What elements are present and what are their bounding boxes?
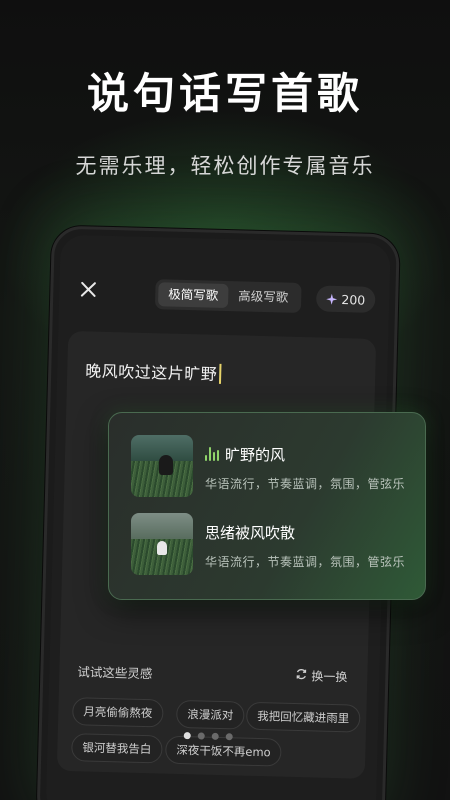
song-cover [131,513,193,575]
song-tags: 华语流行，节奏蓝调，氛围，管弦乐 [205,555,406,569]
close-icon[interactable] [77,279,100,302]
mode-tabs: 极简写歌 高级写歌 [154,279,302,313]
page-dot[interactable] [197,732,205,740]
song-item[interactable]: 思绪被风吹散 华语流行，节奏蓝调，氛围，管弦乐 [131,513,405,575]
inspiration-chips: 月亮偷偷熬夜 浪漫派对 我把回忆藏进雨里 银河替我告白 深夜干饭不再emo [71,697,363,767]
text-caret [218,363,222,384]
hero-title: 说句话写首歌 [86,69,363,118]
prompt-input[interactable]: 晚风吹过这片旷野 [85,357,222,385]
page-dot[interactable] [225,733,233,741]
credits-badge[interactable]: 200 [316,285,376,313]
sparkle-icon [326,293,338,305]
inspiration-chip[interactable]: 银河替我告白 [71,733,163,764]
page-dot[interactable] [211,732,219,740]
hero-subtitle: 无需乐理，轻松创作专属音乐 [75,154,375,178]
credits-count: 200 [341,291,366,308]
equalizer-icon [205,447,219,461]
tab-simple-write[interactable]: 极简写歌 [157,282,229,309]
page-dot[interactable] [183,732,191,740]
inspiration-chip[interactable]: 浪漫派对 [175,699,245,730]
inspiration-chip[interactable]: 月亮偷偷熬夜 [71,697,164,728]
generated-songs-card: 旷野的风 华语流行，节奏蓝调，氛围，管弦乐 思绪被风吹散 华语流行，节奏蓝调，氛… [108,412,426,600]
refresh-label: 换一换 [311,669,348,685]
song-title: 旷野的风 [225,445,286,464]
song-tags: 华语流行，节奏蓝调，氛围，管弦乐 [205,477,406,491]
inspiration-chip[interactable]: 深夜干饭不再emo [165,735,283,767]
screen: 说句话写首歌 无需乐理，轻松创作专属音乐 极简写歌 高级写歌 200 晚风吹过这… [0,0,450,800]
refresh-button[interactable]: 换一换 [295,667,348,685]
song-title: 思绪被风吹散 [205,523,296,542]
refresh-icon [295,668,307,683]
pagination-dots [183,732,233,741]
song-cover [131,435,193,497]
song-item[interactable]: 旷野的风 华语流行，节奏蓝调，氛围，管弦乐 [131,435,405,497]
inspiration-chip[interactable]: 我把回忆藏进雨里 [245,701,361,733]
inspiration-title: 试试这些灵感 [77,664,153,682]
prompt-text: 晚风吹过这片旷野 [85,361,218,384]
tab-advanced-write[interactable]: 高级写歌 [228,284,299,310]
